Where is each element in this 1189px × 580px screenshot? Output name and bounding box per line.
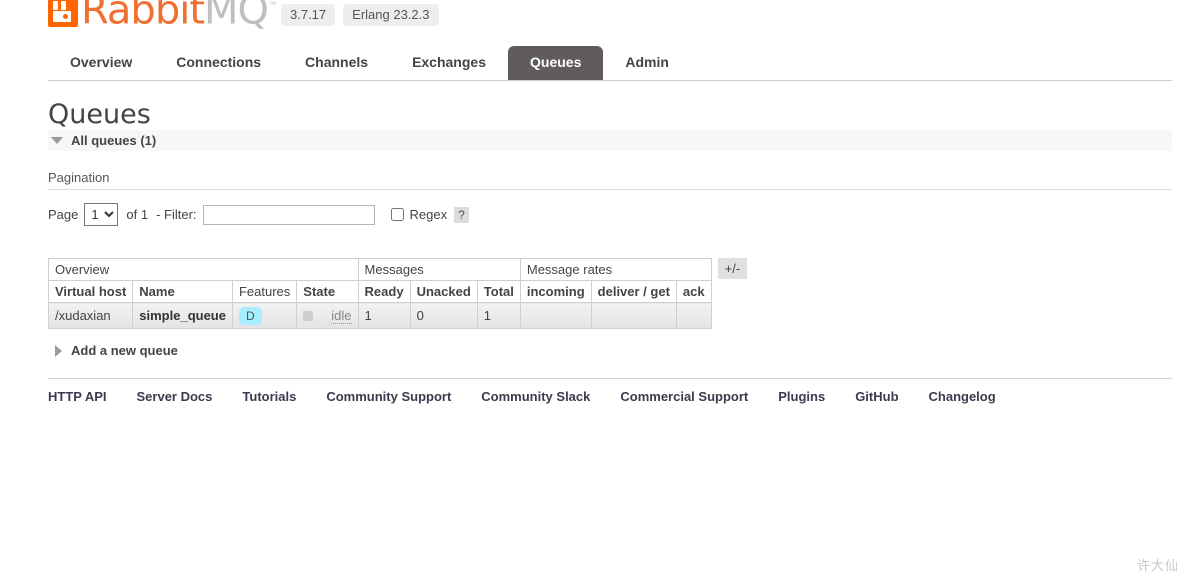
- logo-text-rabbit: Rabbit: [81, 0, 205, 33]
- rabbitmq-logo[interactable]: RabbitMQ™: [48, 0, 278, 33]
- footer-link-community-slack[interactable]: Community Slack: [481, 389, 590, 404]
- cell-unacked: 0: [409, 302, 478, 329]
- filter-label: - Filter:: [156, 207, 197, 222]
- erlang-version-badge: Erlang 23.2.3: [343, 4, 439, 26]
- queues-table-wrapper: Overview Messages Message rates Virtual …: [47, 258, 748, 329]
- footer-link-tutorials[interactable]: Tutorials: [242, 389, 296, 404]
- cell-state: idle: [296, 302, 359, 329]
- tab-queues[interactable]: Queues: [508, 46, 604, 80]
- queue-name-link[interactable]: simple_queue: [139, 308, 226, 323]
- footer-link-github[interactable]: GitHub: [855, 389, 898, 404]
- tab-exchanges[interactable]: Exchanges: [390, 46, 508, 80]
- cell-ack: [675, 302, 712, 329]
- footer-link-server-docs[interactable]: Server Docs: [137, 389, 213, 404]
- pagination-controls: Page 1 of 1 - Filter: Regex ?: [48, 203, 469, 226]
- logo-wordmark: RabbitMQ™: [81, 0, 278, 33]
- version-badges: 3.7.17 Erlang 23.2.3: [281, 4, 439, 26]
- rabbit-logo-icon: [48, 0, 78, 27]
- regex-checkbox[interactable]: [390, 208, 404, 221]
- footer-link-plugins[interactable]: Plugins: [778, 389, 825, 404]
- cell-name: simple_queue: [132, 302, 233, 329]
- tab-channels[interactable]: Channels: [283, 46, 390, 80]
- watermark: 许大仙: [1136, 559, 1179, 574]
- footer-link-community-support[interactable]: Community Support: [326, 389, 451, 404]
- trademark-symbol: ™: [268, 0, 278, 12]
- regex-option: Regex ?: [390, 206, 469, 223]
- group-overview: Overview: [48, 258, 359, 281]
- add-new-queue-label: Add a new queue: [71, 343, 178, 358]
- tab-overview[interactable]: Overview: [48, 46, 154, 80]
- toggle-columns-button[interactable]: +/-: [717, 258, 748, 279]
- pagination-heading: Pagination: [48, 170, 1172, 190]
- cell-deliver-get: [590, 302, 677, 329]
- column-total[interactable]: Total: [476, 280, 521, 303]
- column-ready[interactable]: Ready: [357, 280, 411, 303]
- footer-links: HTTP API Server Docs Tutorials Community…: [48, 378, 1172, 404]
- regex-help-button[interactable]: ?: [454, 206, 469, 223]
- state-indicator-icon: [303, 310, 314, 321]
- main-navigation: Overview Connections Channels Exchanges …: [48, 46, 1172, 81]
- cell-incoming: [519, 302, 592, 329]
- page-total-label: of 1: [126, 207, 149, 222]
- column-deliver-get[interactable]: deliver / get: [590, 280, 677, 303]
- app-header: RabbitMQ™ 3.7.17 Erlang 23.2.3: [0, 0, 1189, 42]
- table-row: /xudaxian simple_queue D idle 1 0 1: [47, 302, 712, 329]
- cell-total: 1: [476, 302, 521, 329]
- add-new-queue-section[interactable]: Add a new queue: [52, 343, 178, 358]
- rabbitmq-management-page: RabbitMQ™ 3.7.17 Erlang 23.2.3 Overview …: [0, 0, 1189, 580]
- cell-virtual-host: /xudaxian: [47, 302, 134, 329]
- column-virtual-host[interactable]: Virtual host: [47, 280, 134, 303]
- column-unacked[interactable]: Unacked: [409, 280, 478, 303]
- table-column-header-row: Virtual host Name Features State Ready U…: [47, 280, 712, 303]
- footer-link-changelog[interactable]: Changelog: [929, 389, 996, 404]
- cell-ready: 1: [357, 302, 411, 329]
- column-name[interactable]: Name: [132, 280, 233, 303]
- chevron-down-icon[interactable]: [51, 137, 63, 144]
- footer-link-commercial-support[interactable]: Commercial Support: [620, 389, 748, 404]
- cell-features: D: [231, 302, 298, 329]
- all-queues-label: All queues (1): [71, 133, 157, 148]
- chevron-right-icon[interactable]: [55, 344, 62, 357]
- state-text: idle: [331, 307, 352, 324]
- group-message-rates: Message rates: [519, 258, 712, 281]
- footer-link-http-api[interactable]: HTTP API: [48, 389, 107, 404]
- regex-label: Regex: [409, 207, 448, 222]
- page-title: Queues: [48, 99, 151, 130]
- column-ack[interactable]: ack: [675, 280, 712, 303]
- column-features[interactable]: Features: [231, 280, 298, 303]
- all-queues-section-header[interactable]: All queues (1): [48, 130, 1172, 151]
- queues-table: Overview Messages Message rates Virtual …: [47, 258, 712, 329]
- tab-admin[interactable]: Admin: [603, 46, 691, 80]
- rabbitmq-version-badge: 3.7.17: [281, 4, 336, 26]
- column-state[interactable]: State: [296, 280, 359, 303]
- tab-connections[interactable]: Connections: [154, 46, 283, 80]
- group-messages: Messages: [357, 258, 521, 281]
- feature-durable-badge[interactable]: D: [238, 306, 262, 325]
- page-label: Page: [48, 207, 79, 222]
- logo-text-mq: MQ: [204, 0, 269, 33]
- page-select[interactable]: 1: [84, 203, 119, 226]
- column-incoming[interactable]: incoming: [519, 280, 592, 303]
- filter-input[interactable]: [202, 204, 375, 225]
- table-group-header-row: Overview Messages Message rates: [48, 258, 712, 281]
